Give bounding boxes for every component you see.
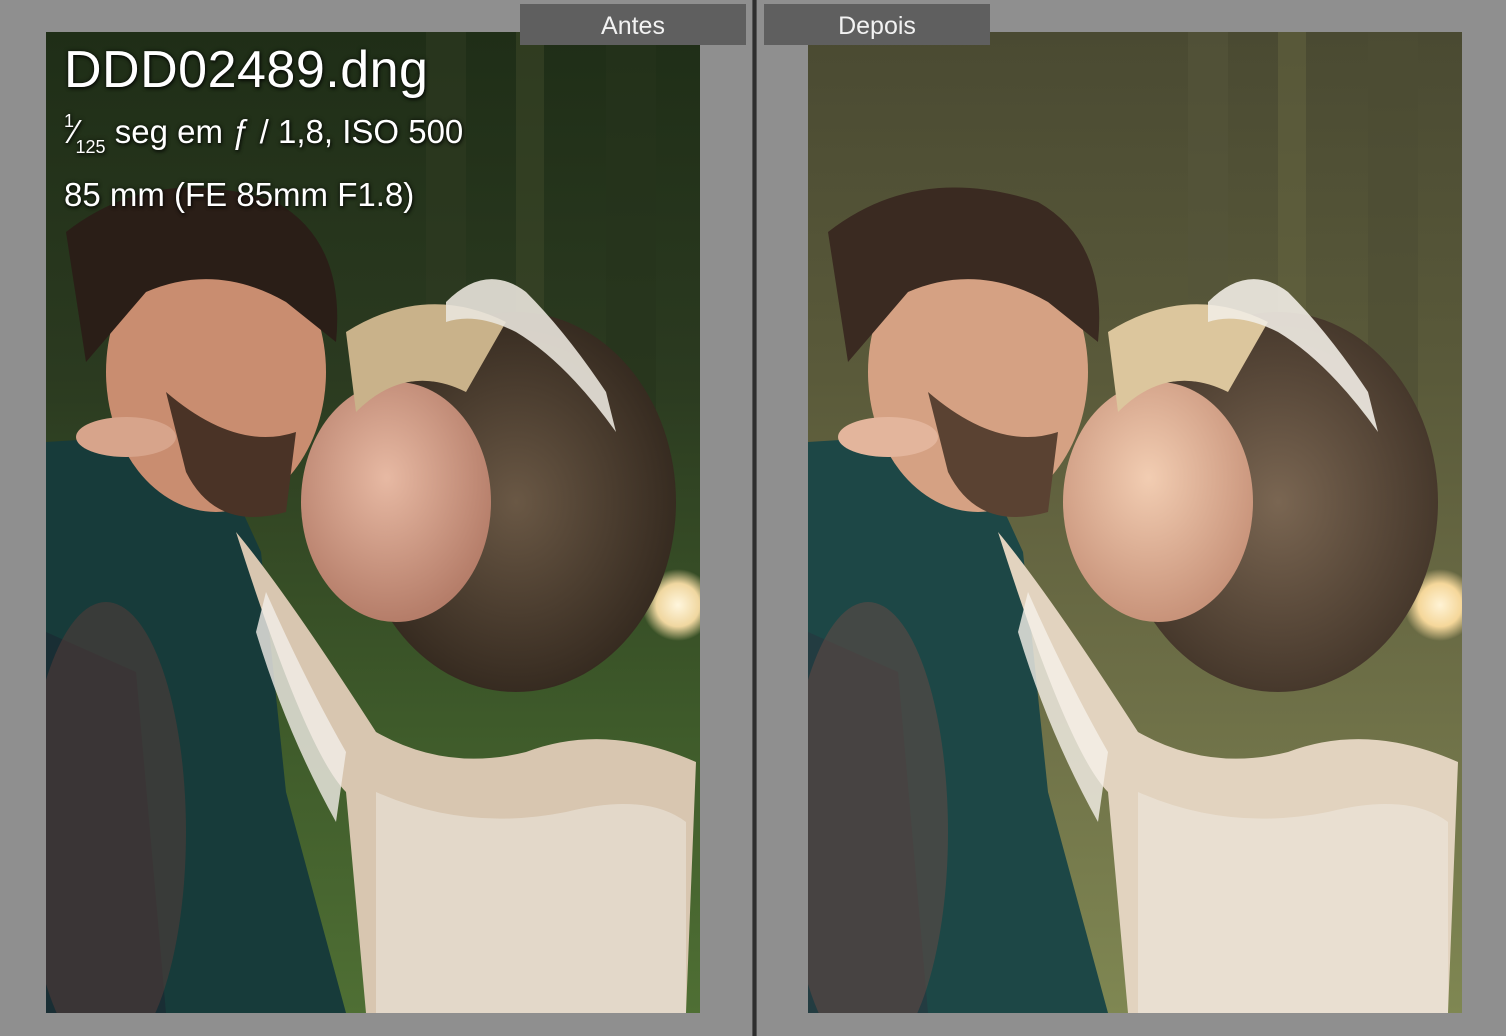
exposure-info: 1⁄125 seg em ƒ / 1,8, ISO 500 (64, 100, 463, 170)
wedding-photo-after-icon (808, 32, 1462, 1013)
before-label: Antes (520, 4, 746, 45)
before-after-compare-view: DDD02489.dng 1⁄125 seg em ƒ / 1,8, ISO 5… (0, 0, 1506, 1036)
shutter-denominator: 125 (75, 136, 106, 157)
lens-info: 85 mm (FE 85mm F1.8) (64, 175, 415, 213)
exposure-details: seg em ƒ / 1,8, ISO 500 (105, 113, 464, 150)
filename-label: DDD02489.dng (64, 41, 429, 99)
after-photo[interactable] (808, 32, 1462, 1013)
after-pane[interactable] (757, 0, 1506, 1036)
before-pane[interactable]: DDD02489.dng 1⁄125 seg em ƒ / 1,8, ISO 5… (0, 0, 752, 1036)
after-label: Depois (764, 4, 990, 45)
shutter-numerator: 1 (64, 111, 75, 131)
photo-info-overlay: DDD02489.dng 1⁄125 seg em ƒ / 1,8, ISO 5… (64, 40, 463, 220)
